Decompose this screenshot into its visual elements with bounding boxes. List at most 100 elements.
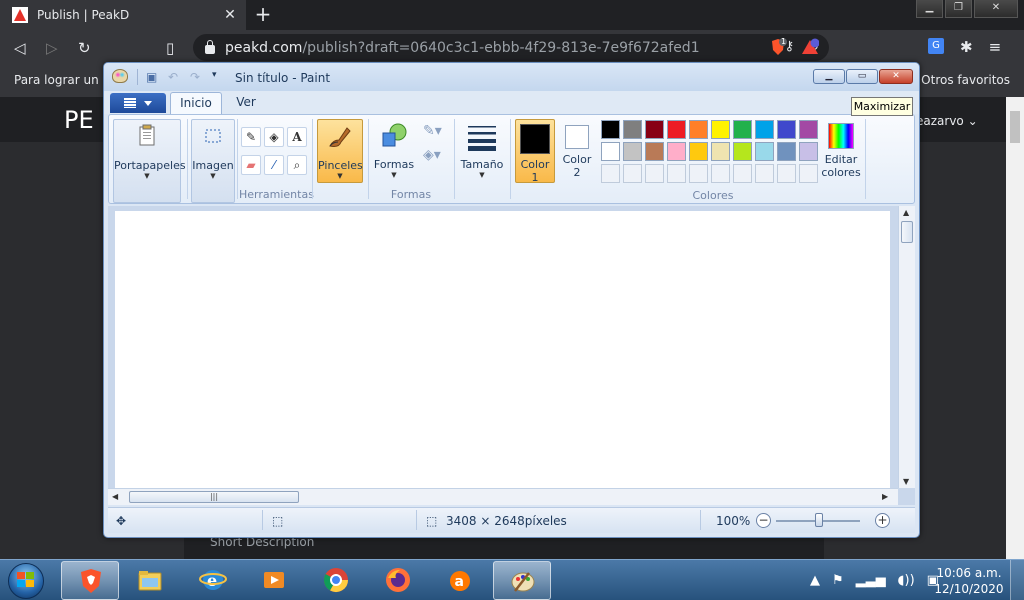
palette-swatch[interactable] bbox=[689, 142, 708, 161]
new-tab-button[interactable]: + bbox=[252, 4, 274, 26]
address-bar[interactable]: peakd.com/publish?draft=0640c3c1-ebbb-4f… bbox=[193, 34, 829, 61]
tray-expand-icon[interactable]: ▲ bbox=[810, 573, 820, 588]
other-bookmarks[interactable]: Otros favoritos bbox=[921, 73, 1010, 87]
custom-color-slot[interactable] bbox=[755, 164, 774, 183]
custom-color-slot[interactable] bbox=[711, 164, 730, 183]
save-icon[interactable]: ▣ bbox=[146, 70, 157, 84]
taskbar-chrome[interactable] bbox=[307, 561, 365, 600]
taskbar-ie[interactable]: e bbox=[184, 561, 242, 600]
shapes-button[interactable]: Formas ▼ bbox=[371, 119, 417, 187]
tab-close-icon[interactable]: ✕ bbox=[220, 7, 240, 23]
horizontal-scroll-thumb[interactable]: ||| bbox=[129, 491, 299, 503]
scroll-right-icon[interactable]: ▶ bbox=[882, 492, 888, 501]
palette-swatch[interactable] bbox=[623, 142, 642, 161]
bookmark-item[interactable]: Para lograr un ac bbox=[14, 73, 116, 87]
magnifier-icon[interactable]: ⌕ bbox=[287, 155, 307, 175]
edit-colors-button[interactable]: Editar colores bbox=[819, 119, 863, 183]
drawing-canvas[interactable] bbox=[115, 211, 890, 488]
palette-swatch[interactable] bbox=[601, 142, 620, 161]
palette-swatch[interactable] bbox=[645, 142, 664, 161]
palette-swatch[interactable] bbox=[755, 142, 774, 161]
page-scrollbar[interactable] bbox=[1006, 97, 1024, 559]
brave-rewards-icon[interactable] bbox=[801, 38, 819, 56]
taskbar-firefox[interactable] bbox=[369, 561, 427, 600]
redo-icon[interactable]: ↷ bbox=[190, 70, 200, 84]
volume-icon[interactable]: ◖)) bbox=[898, 573, 915, 588]
palette-swatch[interactable] bbox=[667, 142, 686, 161]
fill-icon[interactable]: ◈ bbox=[264, 127, 284, 147]
palette-swatch[interactable] bbox=[777, 142, 796, 161]
page-logo[interactable]: PE bbox=[64, 106, 94, 134]
custom-color-slot[interactable] bbox=[689, 164, 708, 183]
network-error-icon[interactable]: ⚑ bbox=[832, 573, 844, 588]
custom-color-slot[interactable] bbox=[645, 164, 664, 183]
clipboard-button[interactable]: Portapapeles ▼ bbox=[113, 119, 186, 203]
paint-minimize-button[interactable]: ▁ bbox=[813, 69, 845, 84]
custom-color-slot[interactable] bbox=[601, 164, 620, 183]
palette-swatch[interactable] bbox=[755, 120, 774, 139]
palette-swatch[interactable] bbox=[623, 120, 642, 139]
translate-icon[interactable]: G bbox=[928, 38, 944, 54]
show-desktop-button[interactable] bbox=[1010, 560, 1024, 600]
vertical-scroll-thumb[interactable] bbox=[901, 221, 913, 243]
minimize-button[interactable]: ▁ bbox=[916, 0, 943, 18]
color-picker-icon[interactable]: ⁄ bbox=[264, 155, 284, 175]
close-window-button[interactable]: ✕ bbox=[974, 0, 1018, 18]
undo-icon[interactable]: ↶ bbox=[168, 70, 178, 84]
palette-swatch[interactable] bbox=[799, 120, 818, 139]
palette-swatch[interactable] bbox=[601, 120, 620, 139]
outline-icon[interactable]: ✎▾ bbox=[423, 123, 442, 139]
taskbar-media[interactable] bbox=[245, 561, 303, 600]
palette-swatch[interactable] bbox=[733, 142, 752, 161]
scroll-left-icon[interactable]: ◀ bbox=[112, 492, 118, 501]
color2-button[interactable]: Color 2 bbox=[559, 119, 595, 183]
paint-maximize-button[interactable]: ▭ bbox=[846, 69, 878, 84]
custom-color-slot[interactable] bbox=[733, 164, 752, 183]
taskbar-avast[interactable]: a bbox=[431, 561, 489, 600]
text-icon[interactable]: A bbox=[287, 127, 307, 147]
clock[interactable]: 10:06 a.m. 12/10/2020 bbox=[932, 565, 1006, 597]
custom-color-slot[interactable] bbox=[777, 164, 796, 183]
image-button[interactable]: Imagen ▼ bbox=[191, 119, 235, 203]
quick-access-dropdown-icon[interactable]: ▾ bbox=[212, 70, 217, 80]
palette-swatch[interactable] bbox=[645, 120, 664, 139]
back-icon[interactable]: ◁ bbox=[14, 39, 26, 57]
paint-app-icon[interactable] bbox=[112, 69, 128, 83]
fill-shape-icon[interactable]: ◈▾ bbox=[423, 147, 441, 163]
custom-color-slot[interactable] bbox=[799, 164, 818, 183]
palette-swatch[interactable] bbox=[799, 142, 818, 161]
zoom-slider-thumb[interactable] bbox=[815, 513, 823, 527]
custom-color-slot[interactable] bbox=[667, 164, 686, 183]
start-button[interactable] bbox=[2, 561, 52, 600]
zoom-in-button[interactable]: + bbox=[875, 513, 890, 528]
forward-icon[interactable]: ▷ bbox=[46, 39, 58, 57]
extensions-icon[interactable]: ✱ bbox=[960, 38, 973, 56]
reload-icon[interactable]: ↻ bbox=[78, 39, 91, 57]
taskbar-paint[interactable] bbox=[493, 561, 551, 600]
paint-file-menu-button[interactable] bbox=[110, 93, 166, 113]
palette-swatch[interactable] bbox=[711, 142, 730, 161]
zoom-out-button[interactable]: − bbox=[756, 513, 771, 528]
restore-button[interactable]: ❐ bbox=[945, 0, 972, 18]
palette-swatch[interactable] bbox=[689, 120, 708, 139]
size-button[interactable]: Tamaño ▼ bbox=[457, 119, 507, 187]
scroll-up-icon[interactable]: ▲ bbox=[903, 208, 909, 217]
paint-close-button[interactable]: ✕ bbox=[879, 69, 913, 84]
bookmark-icon[interactable]: ▯ bbox=[166, 39, 174, 57]
custom-color-slot[interactable] bbox=[623, 164, 642, 183]
tab-ver[interactable]: Ver bbox=[226, 95, 266, 109]
palette-swatch[interactable] bbox=[777, 120, 796, 139]
scroll-down-icon[interactable]: ▼ bbox=[903, 477, 909, 486]
browser-tab[interactable]: Publish | PeakD ✕ bbox=[0, 0, 246, 30]
eraser-icon[interactable]: ▰ bbox=[241, 155, 261, 175]
brushes-button[interactable]: Pinceles ▼ bbox=[317, 119, 363, 183]
paint-title-bar[interactable]: ▣ ↶ ↷ ▾ Sin título - Paint ▁ ▭ ✕ bbox=[104, 63, 919, 91]
horizontal-scrollbar[interactable]: ◀ ||| ▶ bbox=[108, 488, 898, 505]
color1-button[interactable]: Color 1 bbox=[515, 119, 555, 184]
menu-icon[interactable]: ≡ bbox=[989, 38, 1002, 56]
pencil-icon[interactable]: ✎ bbox=[241, 127, 261, 147]
user-menu[interactable]: eazarvo ⌄ bbox=[916, 114, 978, 128]
vertical-scrollbar[interactable]: ▲ ▼ bbox=[898, 206, 915, 488]
palette-swatch[interactable] bbox=[667, 120, 686, 139]
signal-icon[interactable]: ▂▃▅ bbox=[856, 573, 886, 588]
